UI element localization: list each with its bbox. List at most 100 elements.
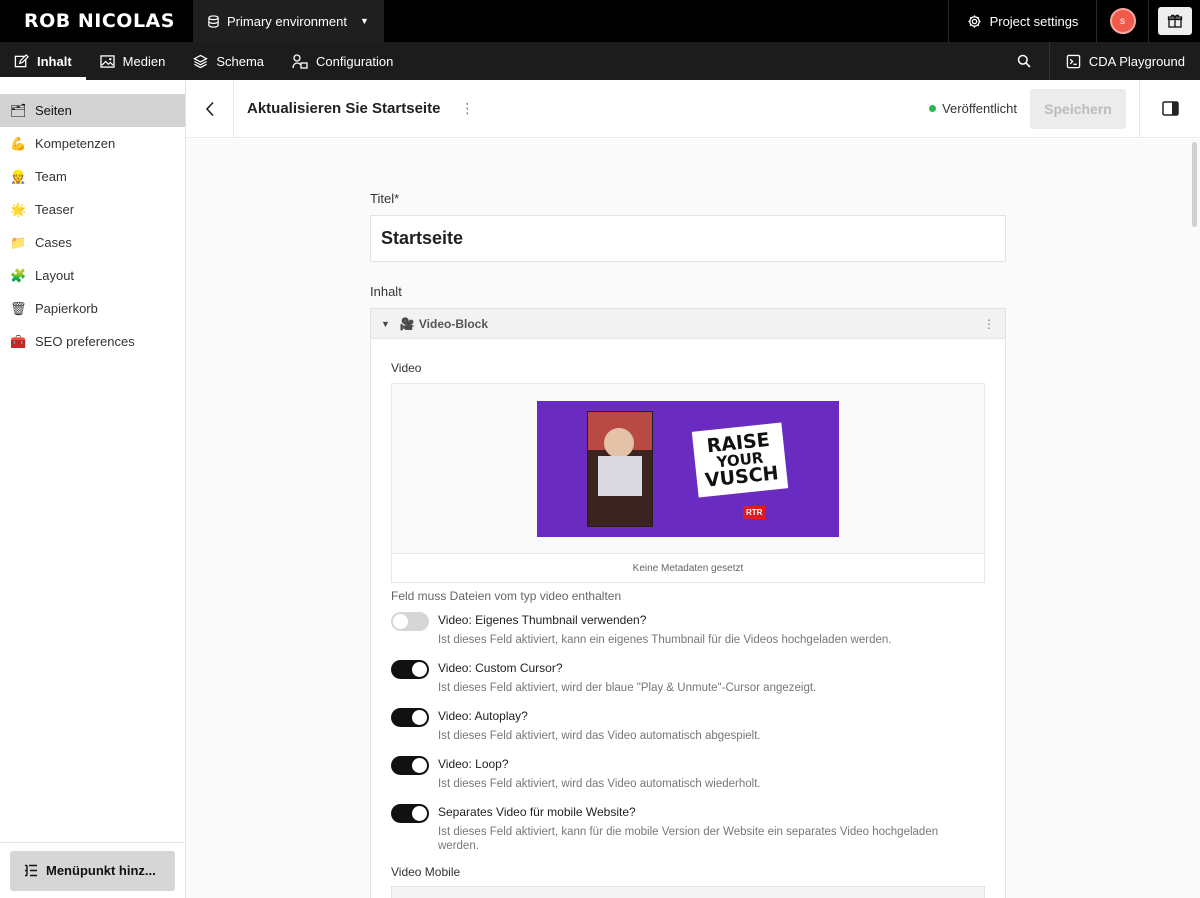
video-block: ▼ 🎥 Video-Block ⋮ Video RAISE YOUR VUSCH… [370, 308, 1006, 898]
sidebar-footer: Menüpunkt hinz... [0, 842, 185, 898]
title-input[interactable]: Startseite [370, 215, 1006, 262]
rtr-logo: RTR [743, 505, 766, 519]
field-hint: Feld muss Dateien vom typ video enthalte… [391, 589, 622, 603]
raise-your-vusch-logo: RAISE YOUR VUSCH [691, 421, 789, 498]
user-menu[interactable]: s [1096, 0, 1148, 42]
sidebar-item-cases[interactable]: 📁 Cases [0, 226, 185, 259]
folder-emoji-icon: 🗂 [10, 102, 27, 118]
record-form: Titel* Startseite Inhalt ▼ 🎥 Video-Block… [370, 139, 1006, 898]
sidebar-item-label: Kompetenzen [35, 136, 116, 151]
status-badge: Veröffentlicht [929, 101, 1017, 116]
toggle-label: Video: Loop? [438, 757, 509, 771]
sidebar-item-label: Papierkorb [35, 301, 98, 316]
video-field-label: Video [391, 361, 422, 375]
toggle-description: Ist dieses Feld aktiviert, kann für die … [438, 826, 939, 852]
layers-icon [193, 54, 209, 68]
add-menu-item-button[interactable]: Menüpunkt hinz... [10, 850, 175, 891]
more-options-icon[interactable]: ⋮ [460, 100, 474, 117]
toggle-description: Ist dieses Feld aktiviert, wird der blau… [438, 682, 817, 694]
sidebar-item-label: Cases [35, 235, 72, 250]
toggle-switch[interactable] [391, 756, 429, 775]
sidebar-item-teaser[interactable]: 🌟 Teaser [0, 193, 185, 226]
project-settings-button[interactable]: Project settings [948, 0, 1096, 42]
toggle-label: Video: Autoplay? [438, 709, 528, 723]
sidebar-menu: 🗂 Seiten 💪 Kompetenzen 👷 Team 🌟 Teaser 📁… [0, 80, 185, 358]
tab-label: Inhalt [37, 53, 72, 69]
editor-header: Aktualisieren Sie Startseite ⋮ Veröffent… [186, 79, 1200, 138]
config-icon [292, 53, 308, 69]
whats-new-button[interactable] [1148, 0, 1200, 42]
chevron-left-icon [205, 101, 214, 116]
environment-selector[interactable]: Primary environment ▼ [193, 0, 384, 42]
toggle-label: Video: Custom Cursor? [438, 661, 563, 675]
sidebar-item-label: Team [35, 169, 67, 184]
toggle-switch[interactable] [391, 660, 429, 679]
status-label: Veröffentlicht [942, 101, 1017, 116]
worker-emoji-icon: 👷 [10, 168, 27, 184]
muscle-emoji-icon: 💪 [10, 135, 27, 151]
page-title: Aktualisieren Sie Startseite [247, 100, 441, 117]
video-mobile-media-field[interactable] [391, 886, 985, 898]
scrollbar[interactable] [1192, 142, 1197, 227]
caret-down-icon[interactable]: ▼ [381, 319, 390, 329]
content-field-label: Inhalt [370, 284, 402, 299]
side-panel-toggle[interactable] [1139, 79, 1200, 138]
editor-main: Titel* Startseite Inhalt ▼ 🎥 Video-Block… [186, 139, 1200, 898]
toggle-switch[interactable] [391, 612, 429, 631]
sidebar: 🗂 Seiten 💪 Kompetenzen 👷 Team 🌟 Teaser 📁… [0, 80, 186, 898]
main-nav: Inhalt Medien Schema Configuration CDA P… [0, 42, 1200, 80]
back-button[interactable] [186, 79, 234, 138]
chevron-down-icon: ▼ [359, 16, 369, 26]
sidebar-item-layout[interactable]: 🧩 Layout [0, 259, 185, 292]
sidebar-item-team[interactable]: 👷 Team [0, 160, 185, 193]
tab-schema[interactable]: Schema [179, 42, 278, 80]
add-menu-item-label: Menüpunkt hinz... [46, 863, 156, 878]
search-icon[interactable] [999, 42, 1049, 80]
top-bar: ROB NICOLAS Primary environment ▼ Projec… [0, 0, 1200, 42]
toggle-description: Ist dieses Feld aktiviert, wird das Vide… [438, 778, 761, 790]
block-options-icon[interactable]: ⋮ [983, 317, 995, 331]
terminal-icon [1066, 54, 1081, 68]
puzzle-emoji-icon: 🧩 [10, 267, 27, 283]
folder-emoji-icon: 📁 [10, 234, 27, 250]
video-block-header[interactable]: ▼ 🎥 Video-Block ⋮ [371, 309, 1005, 339]
image-icon [100, 54, 115, 68]
trash-emoji-icon: 🗑 [10, 300, 27, 316]
database-icon [208, 14, 219, 28]
toggle-description: Ist dieses Feld aktiviert, wird das Vide… [438, 730, 761, 742]
video-media-field: RAISE YOUR VUSCH RTR Keine Metadaten ges… [391, 383, 985, 583]
save-button[interactable]: Speichern [1030, 88, 1126, 129]
cda-playground-label: CDA Playground [1088, 53, 1185, 69]
sidebar-item-seo-preferences[interactable]: 🧰 SEO preferences [0, 325, 185, 358]
project-settings-label: Project settings [989, 13, 1079, 29]
tab-medien[interactable]: Medien [86, 42, 180, 80]
toggle-row-loop: Video: Loop? Ist dieses Feld aktiviert, … [391, 756, 985, 791]
sidebar-item-label: SEO preferences [35, 334, 135, 349]
sidebar-item-label: Layout [35, 268, 75, 283]
brand-logo[interactable]: ROB NICOLAS [0, 0, 193, 42]
gift-icon[interactable] [1157, 7, 1192, 35]
tab-inhalt[interactable]: Inhalt [0, 42, 86, 80]
gear-icon [967, 14, 981, 28]
toggle-row-autoplay: Video: Autoplay? Ist dieses Feld aktivie… [391, 708, 985, 743]
avatar[interactable]: s [1109, 8, 1136, 34]
title-field-label: Titel* [370, 191, 400, 206]
toggle-switch[interactable] [391, 708, 429, 727]
toolbox-emoji-icon: 🧰 [10, 333, 27, 349]
sidebar-item-papierkorb[interactable]: 🗑 Papierkorb [0, 292, 185, 325]
tab-configuration[interactable]: Configuration [278, 42, 407, 80]
toggle-switch[interactable] [391, 804, 429, 823]
environment-label: Primary environment [227, 13, 347, 29]
toggle-label: Separates Video für mobile Website? [438, 805, 636, 819]
video-thumbnail[interactable]: RAISE YOUR VUSCH RTR [537, 400, 839, 537]
menu-tree-icon [25, 864, 37, 877]
sidebar-item-label: Seiten [35, 103, 72, 118]
toggle-row-mobile-video: Separates Video für mobile Website? Ist … [391, 804, 985, 853]
video-camera-emoji-icon: 🎥 [399, 316, 415, 331]
edit-icon [14, 53, 29, 67]
video-block-body: Video RAISE YOUR VUSCH RTR Keine Metadat… [371, 339, 1005, 898]
sidebar-item-seiten[interactable]: 🗂 Seiten [0, 94, 185, 127]
cda-playground-button[interactable]: CDA Playground [1048, 42, 1200, 80]
toggle-description: Ist dieses Feld aktiviert, kann ein eige… [438, 634, 892, 646]
sidebar-item-kompetenzen[interactable]: 💪 Kompetenzen [0, 127, 185, 160]
